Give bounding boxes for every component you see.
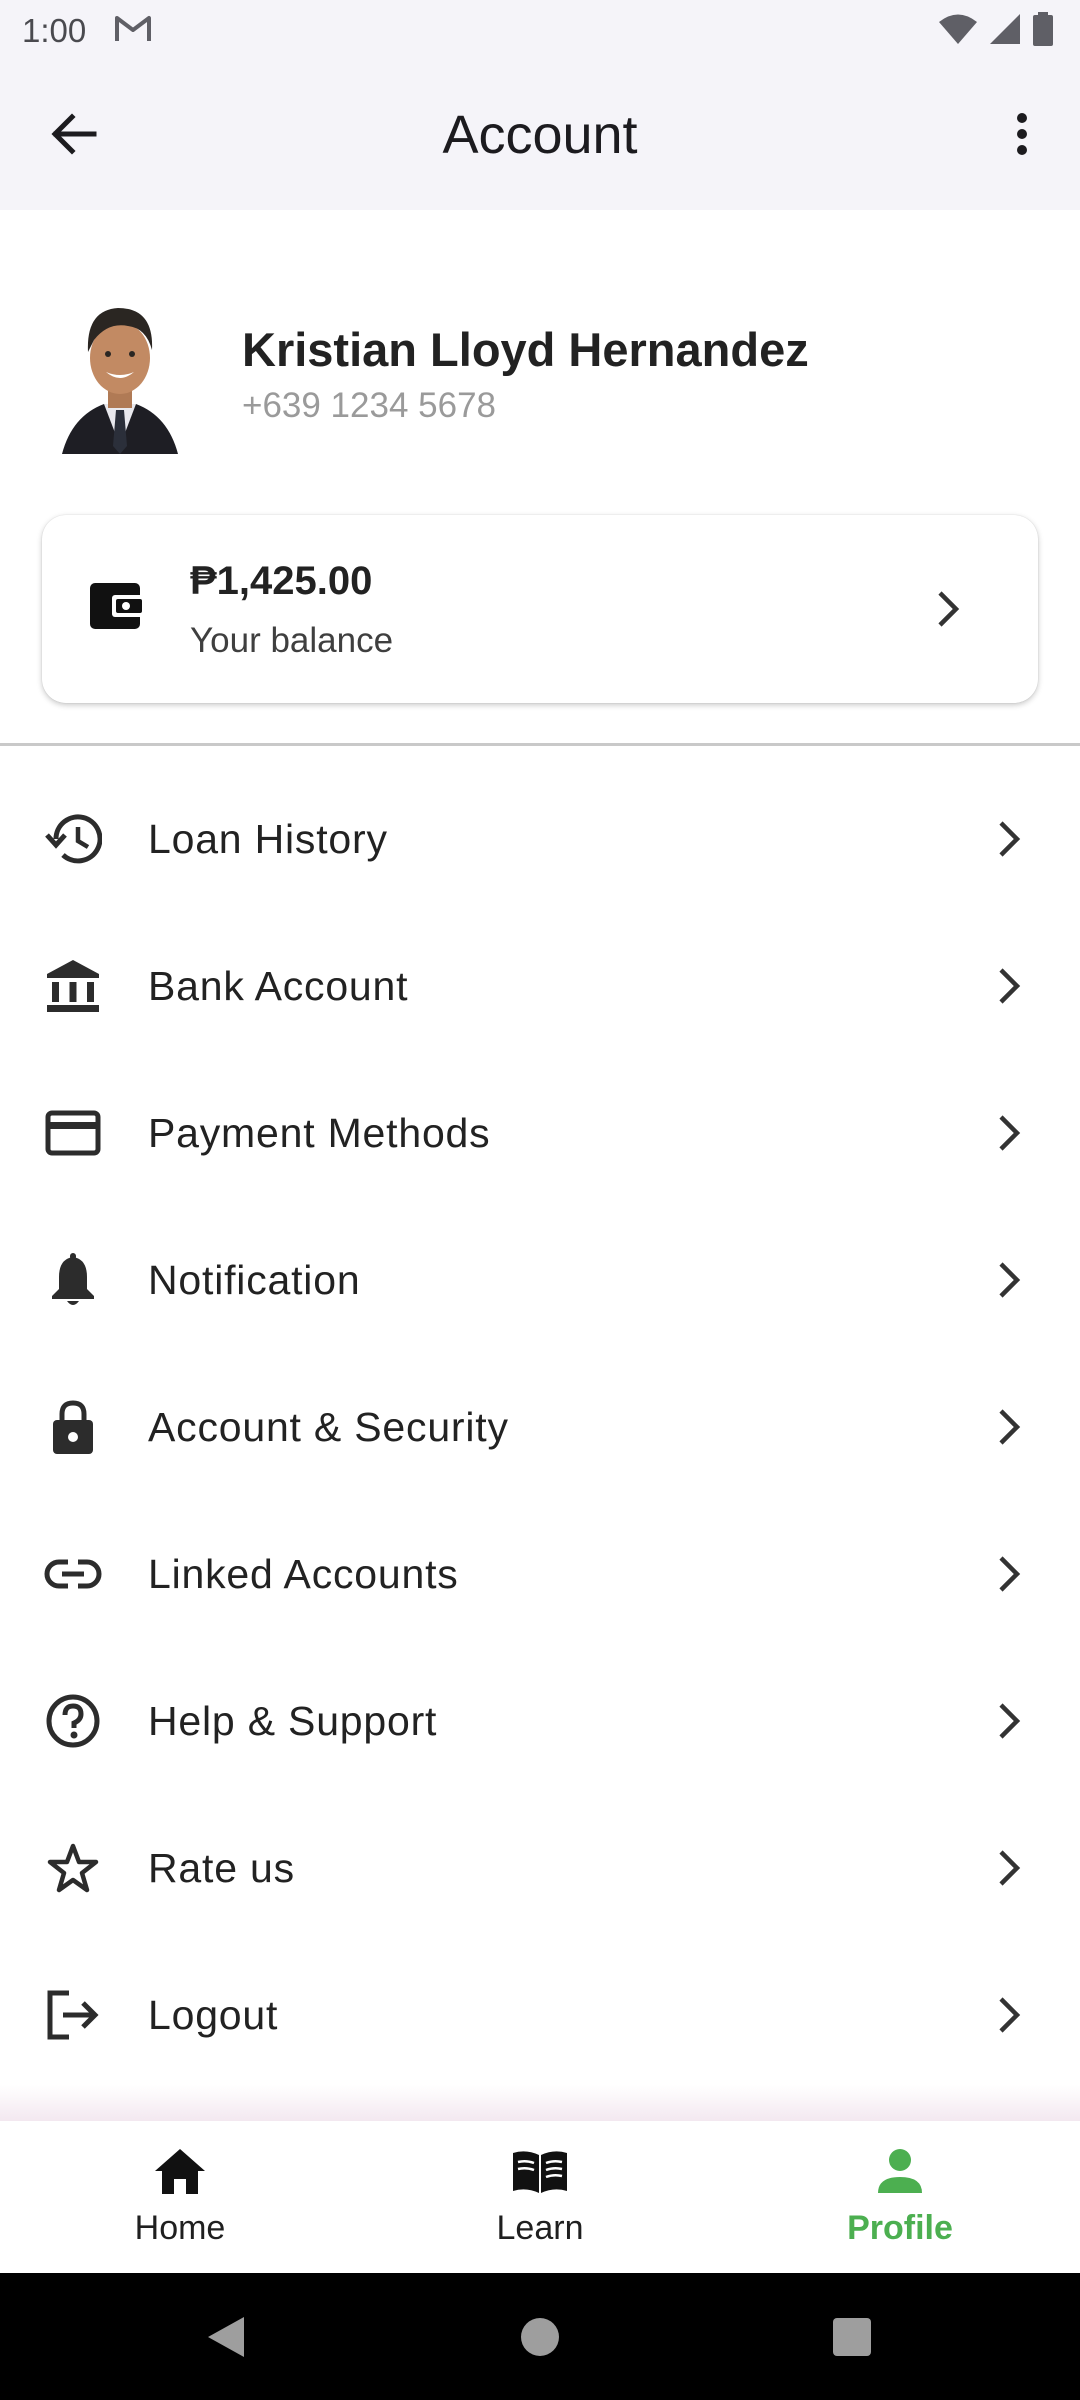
chevron-right-icon xyxy=(992,1259,1026,1301)
divider xyxy=(0,743,1080,746)
chevron-right-icon xyxy=(992,965,1026,1007)
status-left: 1:00 xyxy=(22,12,152,50)
nav-label: Home xyxy=(134,2209,226,2247)
more-options-button[interactable] xyxy=(992,106,1052,166)
menu-item-bank-account[interactable]: Bank Account xyxy=(0,913,1080,1060)
balance-card[interactable]: ₱1,425.00 Your balance xyxy=(42,515,1038,703)
profile-phone: +639 1234 5678 xyxy=(242,386,497,425)
star-icon xyxy=(44,1839,102,1897)
history-icon xyxy=(44,810,102,868)
balance-amount: ₱1,425.00 xyxy=(190,559,373,603)
wallet-icon xyxy=(88,579,146,633)
link-icon xyxy=(44,1545,102,1603)
page-title: Account xyxy=(442,105,638,165)
chevron-right-icon xyxy=(992,1553,1026,1595)
person-icon xyxy=(870,2143,930,2199)
book-icon xyxy=(510,2143,570,2199)
credit-card-icon xyxy=(44,1104,102,1162)
nav-item-learn[interactable]: Learn xyxy=(360,2121,720,2273)
menu-item-linked-accounts[interactable]: Linked Accounts xyxy=(0,1501,1080,1648)
menu-item-payment-methods[interactable]: Payment Methods xyxy=(0,1060,1080,1207)
help-icon xyxy=(44,1692,102,1750)
signal-icon xyxy=(988,13,1022,50)
balance-label: Your balance xyxy=(190,621,394,660)
chevron-right-icon xyxy=(992,1112,1026,1154)
menu-item-help-support[interactable]: Help & Support xyxy=(0,1648,1080,1795)
menu-item-rate-us[interactable]: Rate us xyxy=(0,1795,1080,1942)
chevron-right-icon xyxy=(992,1700,1026,1742)
menu-item-account-security[interactable]: Account & Security xyxy=(0,1354,1080,1501)
battery-icon xyxy=(1032,11,1054,51)
chevron-right-icon xyxy=(992,1406,1026,1448)
bell-icon xyxy=(44,1251,102,1309)
system-recents-button[interactable] xyxy=(830,2315,874,2359)
menu-item-logout[interactable]: Logout xyxy=(0,1942,1080,2089)
nav-item-profile[interactable]: Profile xyxy=(720,2121,1080,2273)
menu-item-label: Logout xyxy=(148,1992,279,2038)
menu-item-label: Payment Methods xyxy=(148,1110,491,1156)
profile-section: Kristian Lloyd Hernandez +639 1234 5678 xyxy=(0,210,1080,500)
avatar[interactable] xyxy=(58,296,182,456)
nav-label: Profile xyxy=(847,2209,953,2247)
profile-name: Kristian Lloyd Hernandez xyxy=(242,323,809,376)
status-bar: 1:00 xyxy=(0,0,1080,62)
menu-item-label: Rate us xyxy=(148,1845,295,1891)
logout-icon xyxy=(44,1986,102,2044)
menu-item-notification[interactable]: Notification xyxy=(0,1207,1080,1354)
status-right xyxy=(938,11,1054,51)
nav-item-home[interactable]: Home xyxy=(0,2121,360,2273)
menu-item-label: Linked Accounts xyxy=(148,1551,459,1597)
more-vert-icon xyxy=(1015,112,1029,161)
menu-item-label: Notification xyxy=(148,1257,361,1303)
app-bar: Account xyxy=(0,62,1080,210)
wifi-icon xyxy=(938,13,978,50)
chevron-right-icon xyxy=(930,587,966,631)
menu-item-label: Bank Account xyxy=(148,963,409,1009)
menu-item-label: Help & Support xyxy=(148,1698,438,1744)
lock-icon xyxy=(44,1398,102,1456)
menu-item-loan-history[interactable]: Loan History xyxy=(0,766,1080,913)
bank-icon xyxy=(44,957,102,1015)
nav-label: Learn xyxy=(496,2209,584,2247)
system-back-button[interactable] xyxy=(204,2315,248,2359)
bottom-nav: Home Learn Profile xyxy=(0,2121,1080,2273)
bottom-nav-shadow xyxy=(0,2085,1080,2121)
menu-item-label: Loan History xyxy=(148,816,388,862)
chevron-right-icon xyxy=(992,818,1026,860)
menu-list: Loan History Bank Account Payment Method… xyxy=(0,766,1080,2089)
chevron-right-icon xyxy=(992,1994,1026,2036)
menu-item-label: Account & Security xyxy=(148,1404,509,1450)
status-time: 1:00 xyxy=(22,12,87,49)
gmail-icon xyxy=(114,14,152,49)
chevron-right-icon xyxy=(992,1847,1026,1889)
system-home-button[interactable] xyxy=(518,2315,562,2359)
system-nav-bar xyxy=(0,2273,1080,2400)
home-icon xyxy=(150,2143,210,2199)
